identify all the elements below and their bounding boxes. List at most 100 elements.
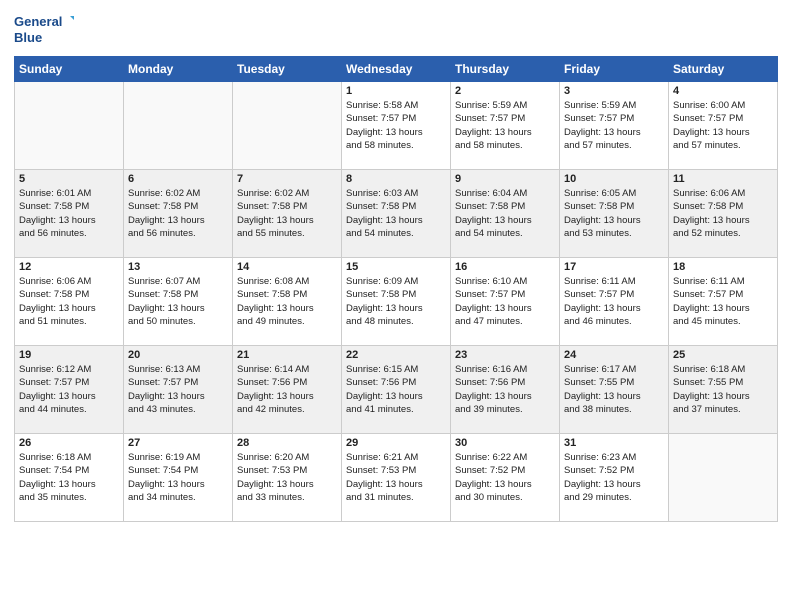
calendar-cell	[15, 82, 124, 170]
calendar-cell: 15 Sunrise: 6:09 AM Sunset: 7:58 PM Dayli…	[342, 258, 451, 346]
day-details: Sunrise: 6:17 AM Sunset: 7:55 PM Dayligh…	[564, 363, 664, 416]
calendar-cell: 29 Sunrise: 6:21 AM Sunset: 7:53 PM Dayli…	[342, 434, 451, 522]
day-details: Sunrise: 6:11 AM Sunset: 7:57 PM Dayligh…	[564, 275, 664, 328]
day-details: Sunrise: 6:04 AM Sunset: 7:58 PM Dayligh…	[455, 187, 555, 240]
day-number: 16	[455, 261, 555, 273]
day-number: 30	[455, 437, 555, 449]
day-header-friday: Friday	[560, 57, 669, 82]
day-details: Sunrise: 5:58 AM Sunset: 7:57 PM Dayligh…	[346, 99, 446, 152]
day-number: 26	[19, 437, 119, 449]
day-details: Sunrise: 6:05 AM Sunset: 7:58 PM Dayligh…	[564, 187, 664, 240]
day-details: Sunrise: 6:19 AM Sunset: 7:54 PM Dayligh…	[128, 451, 228, 504]
day-number: 11	[673, 173, 773, 185]
calendar-cell: 6Sunrise: 6:02 AM Sunset: 7:58 PM Daylig…	[124, 170, 233, 258]
week-row-1: 1 Sunrise: 5:58 AM Sunset: 7:57 PM Daylig…	[15, 82, 778, 170]
day-details: Sunrise: 6:11 AM Sunset: 7:57 PM Dayligh…	[673, 275, 773, 328]
day-details: Sunrise: 6:13 AM Sunset: 7:57 PM Dayligh…	[128, 363, 228, 416]
calendar-cell	[233, 82, 342, 170]
day-number: 7	[237, 173, 337, 185]
day-number: 4	[673, 85, 773, 97]
calendar-cell: 25 Sunrise: 6:18 AM Sunset: 7:55 PM Dayli…	[669, 346, 778, 434]
day-details: Sunrise: 6:20 AM Sunset: 7:53 PM Dayligh…	[237, 451, 337, 504]
calendar-cell: 22Sunrise: 6:15 AM Sunset: 7:56 PM Dayli…	[342, 346, 451, 434]
day-number: 14	[237, 261, 337, 273]
svg-text:Blue: Blue	[14, 30, 42, 45]
calendar-cell: 14Sunrise: 6:08 AM Sunset: 7:58 PM Dayli…	[233, 258, 342, 346]
day-details: Sunrise: 6:12 AM Sunset: 7:57 PM Dayligh…	[19, 363, 119, 416]
days-of-week-row: SundayMondayTuesdayWednesdayThursdayFrid…	[15, 57, 778, 82]
day-details: Sunrise: 6:01 AM Sunset: 7:58 PM Dayligh…	[19, 187, 119, 240]
calendar-cell: 21Sunrise: 6:14 AM Sunset: 7:56 PM Dayli…	[233, 346, 342, 434]
day-number: 27	[128, 437, 228, 449]
calendar-cell: 13 Sunrise: 6:07 AM Sunset: 7:58 PM Dayli…	[124, 258, 233, 346]
calendar-cell: 30Sunrise: 6:22 AM Sunset: 7:52 PM Dayli…	[451, 434, 560, 522]
calendar-cell: 2 Sunrise: 5:59 AM Sunset: 7:57 PM Daylig…	[451, 82, 560, 170]
calendar-body: 1 Sunrise: 5:58 AM Sunset: 7:57 PM Daylig…	[15, 82, 778, 522]
day-details: Sunrise: 6:10 AM Sunset: 7:57 PM Dayligh…	[455, 275, 555, 328]
day-number: 21	[237, 349, 337, 361]
day-details: Sunrise: 6:18 AM Sunset: 7:54 PM Dayligh…	[19, 451, 119, 504]
day-number: 9	[455, 173, 555, 185]
calendar-cell: 26 Sunrise: 6:18 AM Sunset: 7:54 PM Dayli…	[15, 434, 124, 522]
svg-text:General: General	[14, 14, 62, 29]
day-header-thursday: Thursday	[451, 57, 560, 82]
week-row-5: 26 Sunrise: 6:18 AM Sunset: 7:54 PM Dayli…	[15, 434, 778, 522]
day-details: Sunrise: 6:07 AM Sunset: 7:58 PM Dayligh…	[128, 275, 228, 328]
day-details: Sunrise: 6:21 AM Sunset: 7:53 PM Dayligh…	[346, 451, 446, 504]
day-number: 2	[455, 85, 555, 97]
day-details: Sunrise: 5:59 AM Sunset: 7:57 PM Dayligh…	[455, 99, 555, 152]
day-details: Sunrise: 6:06 AM Sunset: 7:58 PM Dayligh…	[19, 275, 119, 328]
day-number: 19	[19, 349, 119, 361]
day-number: 8	[346, 173, 446, 185]
calendar-cell: 23Sunrise: 6:16 AM Sunset: 7:56 PM Dayli…	[451, 346, 560, 434]
calendar-cell: 20 Sunrise: 6:13 AM Sunset: 7:57 PM Dayli…	[124, 346, 233, 434]
calendar-cell: 4 Sunrise: 6:00 AM Sunset: 7:57 PM Daylig…	[669, 82, 778, 170]
day-number: 15	[346, 261, 446, 273]
day-details: Sunrise: 6:00 AM Sunset: 7:57 PM Dayligh…	[673, 99, 773, 152]
day-number: 5	[19, 173, 119, 185]
day-header-wednesday: Wednesday	[342, 57, 451, 82]
calendar-cell: 3Sunrise: 5:59 AM Sunset: 7:57 PM Daylig…	[560, 82, 669, 170]
calendar-cell	[124, 82, 233, 170]
logo-svg: General Blue	[14, 10, 74, 50]
day-number: 29	[346, 437, 446, 449]
week-row-3: 12Sunrise: 6:06 AM Sunset: 7:58 PM Dayli…	[15, 258, 778, 346]
day-number: 3	[564, 85, 664, 97]
calendar-cell: 11 Sunrise: 6:06 AM Sunset: 7:58 PM Dayli…	[669, 170, 778, 258]
week-row-4: 19 Sunrise: 6:12 AM Sunset: 7:57 PM Dayli…	[15, 346, 778, 434]
calendar-cell: 7 Sunrise: 6:02 AM Sunset: 7:58 PM Daylig…	[233, 170, 342, 258]
calendar-cell: 12Sunrise: 6:06 AM Sunset: 7:58 PM Dayli…	[15, 258, 124, 346]
calendar-cell: 5 Sunrise: 6:01 AM Sunset: 7:58 PM Daylig…	[15, 170, 124, 258]
calendar-cell: 27 Sunrise: 6:19 AM Sunset: 7:54 PM Dayli…	[124, 434, 233, 522]
calendar-cell: 9 Sunrise: 6:04 AM Sunset: 7:58 PM Daylig…	[451, 170, 560, 258]
day-details: Sunrise: 6:09 AM Sunset: 7:58 PM Dayligh…	[346, 275, 446, 328]
day-header-saturday: Saturday	[669, 57, 778, 82]
day-number: 13	[128, 261, 228, 273]
day-number: 23	[455, 349, 555, 361]
day-number: 22	[346, 349, 446, 361]
calendar-cell: 18 Sunrise: 6:11 AM Sunset: 7:57 PM Dayli…	[669, 258, 778, 346]
calendar-cell: 19 Sunrise: 6:12 AM Sunset: 7:57 PM Dayli…	[15, 346, 124, 434]
calendar-cell	[669, 434, 778, 522]
day-number: 28	[237, 437, 337, 449]
day-details: Sunrise: 6:18 AM Sunset: 7:55 PM Dayligh…	[673, 363, 773, 416]
day-number: 1	[346, 85, 446, 97]
day-header-sunday: Sunday	[15, 57, 124, 82]
day-header-monday: Monday	[124, 57, 233, 82]
calendar-table: SundayMondayTuesdayWednesdayThursdayFrid…	[14, 56, 778, 522]
week-row-2: 5 Sunrise: 6:01 AM Sunset: 7:58 PM Daylig…	[15, 170, 778, 258]
day-details: Sunrise: 6:06 AM Sunset: 7:58 PM Dayligh…	[673, 187, 773, 240]
day-details: Sunrise: 6:02 AM Sunset: 7:58 PM Dayligh…	[128, 187, 228, 240]
calendar-cell: 24 Sunrise: 6:17 AM Sunset: 7:55 PM Dayli…	[560, 346, 669, 434]
day-number: 10	[564, 173, 664, 185]
day-number: 24	[564, 349, 664, 361]
calendar-cell: 31 Sunrise: 6:23 AM Sunset: 7:52 PM Dayli…	[560, 434, 669, 522]
calendar-cell: 10 Sunrise: 6:05 AM Sunset: 7:58 PM Dayli…	[560, 170, 669, 258]
day-number: 20	[128, 349, 228, 361]
day-number: 18	[673, 261, 773, 273]
day-details: Sunrise: 6:23 AM Sunset: 7:52 PM Dayligh…	[564, 451, 664, 504]
day-number: 31	[564, 437, 664, 449]
day-details: Sunrise: 6:02 AM Sunset: 7:58 PM Dayligh…	[237, 187, 337, 240]
day-number: 25	[673, 349, 773, 361]
calendar-cell: 8Sunrise: 6:03 AM Sunset: 7:58 PM Daylig…	[342, 170, 451, 258]
